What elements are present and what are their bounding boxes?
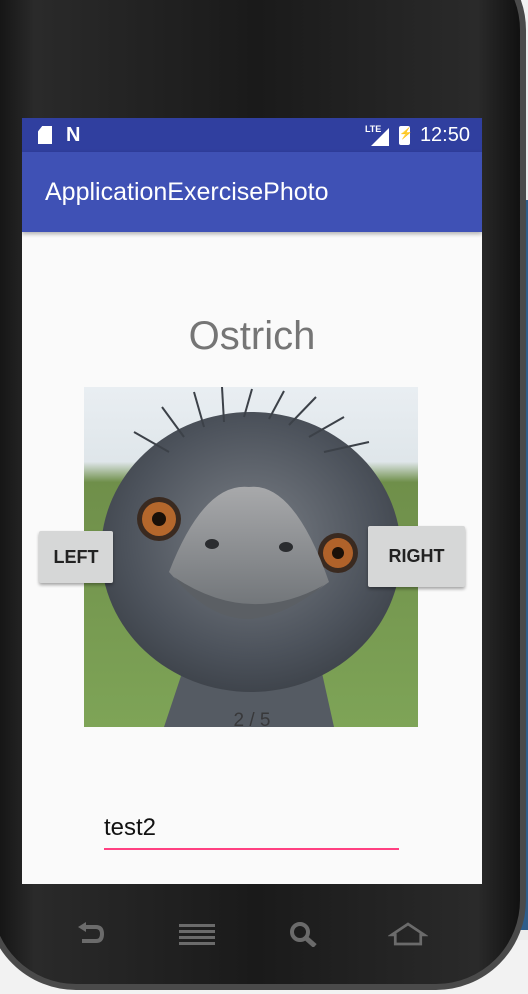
hardware-nav-bar bbox=[0, 884, 528, 994]
back-icon[interactable] bbox=[70, 920, 110, 948]
animal-name: Ostrich bbox=[188, 314, 316, 358]
device-screen: N LTE 12:50 ApplicationExercisePhoto Ost… bbox=[22, 118, 482, 884]
home-icon[interactable] bbox=[388, 920, 428, 948]
search-icon[interactable] bbox=[284, 920, 324, 948]
photo-counter: 2 / 5 bbox=[233, 710, 271, 731]
text-input[interactable] bbox=[104, 808, 399, 850]
status-time: 12:50 bbox=[419, 124, 470, 146]
sd-card-icon bbox=[38, 126, 52, 144]
battery-charging-icon bbox=[398, 126, 413, 145]
nfc-icon: N bbox=[66, 124, 81, 146]
app-bar: ApplicationExercisePhoto bbox=[22, 152, 482, 232]
left-button[interactable]: LEFT bbox=[39, 531, 113, 583]
main-content: Ostrich LEFT RIGHT 2 / 5 test2 bbox=[22, 232, 482, 884]
lte-signal-icon: LTE bbox=[365, 124, 389, 146]
menu-icon[interactable] bbox=[177, 920, 217, 948]
right-button[interactable]: RIGHT bbox=[368, 526, 465, 587]
app-title: ApplicationExercisePhoto bbox=[45, 178, 329, 206]
status-bar: N LTE 12:50 bbox=[22, 118, 482, 152]
